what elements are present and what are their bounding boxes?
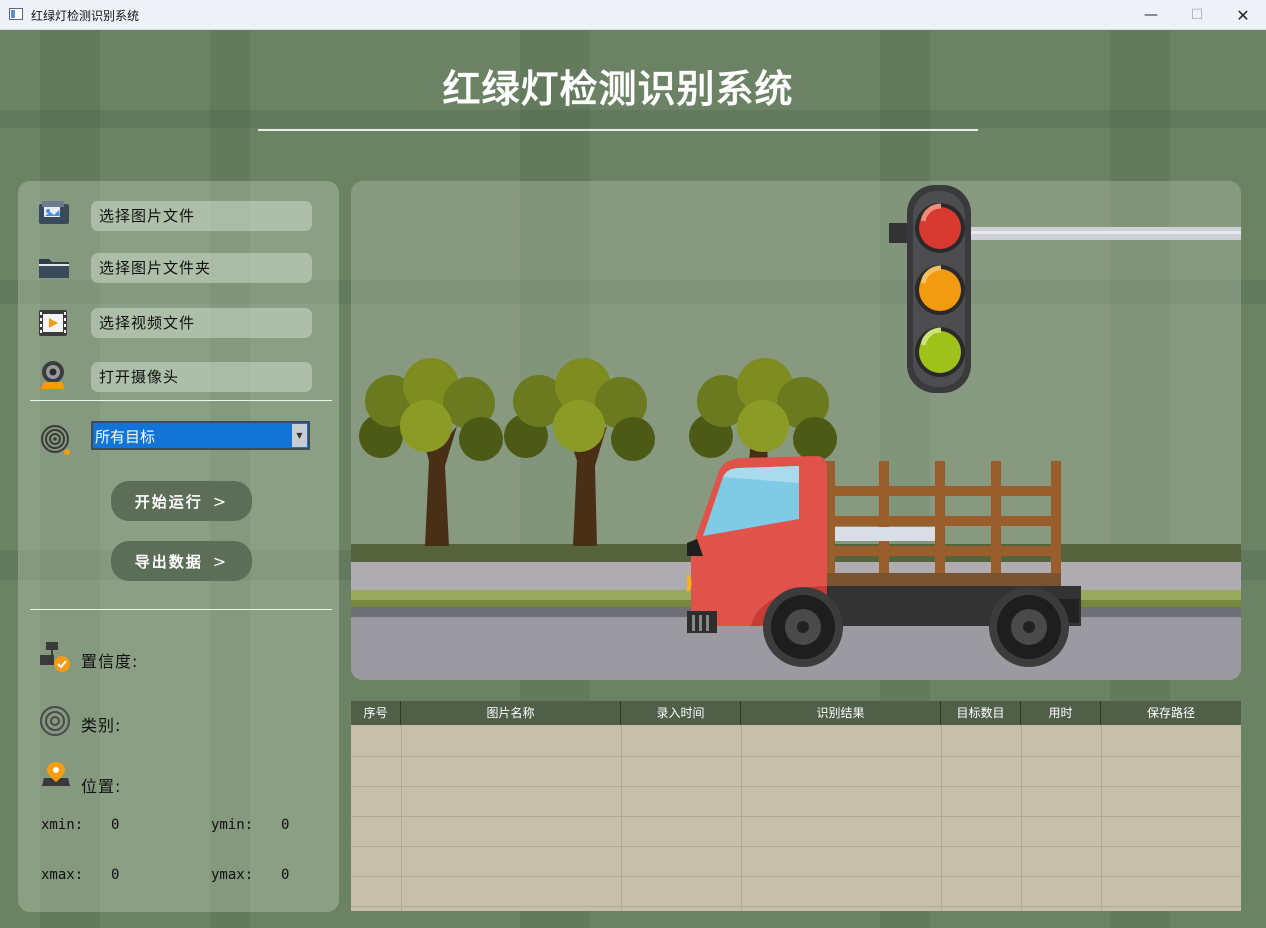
- close-button[interactable]: ✕: [1220, 0, 1266, 30]
- ymin-label: ymin:: [211, 817, 254, 833]
- confidence-icon: [40, 642, 70, 672]
- app-window: 红绿灯检测识别系统 — ☐ ✕ 红绿灯检测识别系统 选择图片文件 选择图片文件夹…: [0, 0, 1266, 928]
- ymax-label: ymax:: [211, 867, 254, 883]
- traffic-light-icon: [889, 185, 1241, 393]
- column-header-entry-time[interactable]: 录入时间: [621, 701, 741, 725]
- column-header-save-path[interactable]: 保存路径: [1101, 701, 1241, 725]
- select-image-button[interactable]: 选择图片文件: [91, 201, 312, 231]
- select-video-row: 选择视频文件: [18, 308, 339, 344]
- xmax-label: xmax:: [41, 867, 84, 883]
- title-underline: [258, 129, 978, 131]
- maximize-button[interactable]: ☐: [1174, 0, 1220, 30]
- column-header-index[interactable]: 序号: [351, 701, 401, 725]
- select-folder-row: 选择图片文件夹: [18, 253, 339, 289]
- chevron-right-icon: >: [212, 551, 229, 571]
- traffic-scene-illustration: [351, 185, 1241, 680]
- select-image-row: 选择图片文件: [18, 201, 339, 237]
- open-camera-button[interactable]: 打开摄像头: [91, 362, 312, 392]
- video-icon: [39, 310, 67, 336]
- tree-icon: [359, 358, 503, 546]
- chevron-down-icon[interactable]: ▼: [292, 424, 307, 447]
- target-select[interactable]: 所有目标 ▼: [91, 421, 310, 450]
- image-file-icon: [39, 201, 69, 224]
- ymax-value: 0: [281, 867, 290, 883]
- divider-top: [30, 400, 332, 401]
- position-label: 位置:: [81, 777, 122, 796]
- export-button-label: 导出数据: [134, 552, 203, 571]
- column-header-time-used[interactable]: 用时: [1021, 701, 1101, 725]
- column-header-result[interactable]: 识别结果: [741, 701, 941, 725]
- export-button[interactable]: 导出数据 >: [111, 541, 252, 581]
- column-header-image-name[interactable]: 图片名称: [401, 701, 621, 725]
- start-button-label: 开始运行: [134, 492, 203, 511]
- xmax-value: 0: [111, 867, 120, 883]
- app-icon: [9, 8, 23, 20]
- folder-icon: [39, 259, 69, 278]
- ymin-value: 0: [281, 817, 290, 833]
- camera-icon: [41, 361, 65, 389]
- select-video-button[interactable]: 选择视频文件: [91, 308, 312, 338]
- open-camera-row: 打开摄像头: [18, 361, 339, 398]
- window-title: 红绿灯检测识别系统: [31, 9, 140, 23]
- target-select-value: 所有目标: [95, 428, 156, 446]
- results-table: 序号 图片名称 录入时间 识别结果 目标数目 用时 保存路径: [351, 701, 1241, 911]
- page-title: 红绿灯检测识别系统: [442, 67, 794, 111]
- class-icon: [40, 706, 70, 736]
- column-header-target-count[interactable]: 目标数目: [941, 701, 1021, 725]
- location-icon: [42, 762, 70, 786]
- minimize-button[interactable]: —: [1128, 0, 1174, 30]
- display-area: [351, 181, 1241, 680]
- title-bar: 红绿灯检测识别系统 — ☐ ✕: [0, 0, 1266, 30]
- xmin-label: xmin:: [41, 817, 84, 833]
- control-panel: 选择图片文件 选择图片文件夹 选择视频文件 打开摄像头 所有目标 ▼ 开始运行 …: [18, 181, 339, 912]
- select-folder-button[interactable]: 选择图片文件夹: [91, 253, 312, 283]
- divider-bottom: [30, 609, 332, 610]
- class-label: 类别:: [81, 716, 122, 735]
- tree-icon: [504, 358, 655, 546]
- xmin-value: 0: [111, 817, 120, 833]
- confidence-label: 置信度:: [81, 652, 139, 671]
- target-icon: [41, 425, 70, 455]
- start-button[interactable]: 开始运行 >: [111, 481, 252, 521]
- chevron-right-icon: >: [212, 491, 229, 511]
